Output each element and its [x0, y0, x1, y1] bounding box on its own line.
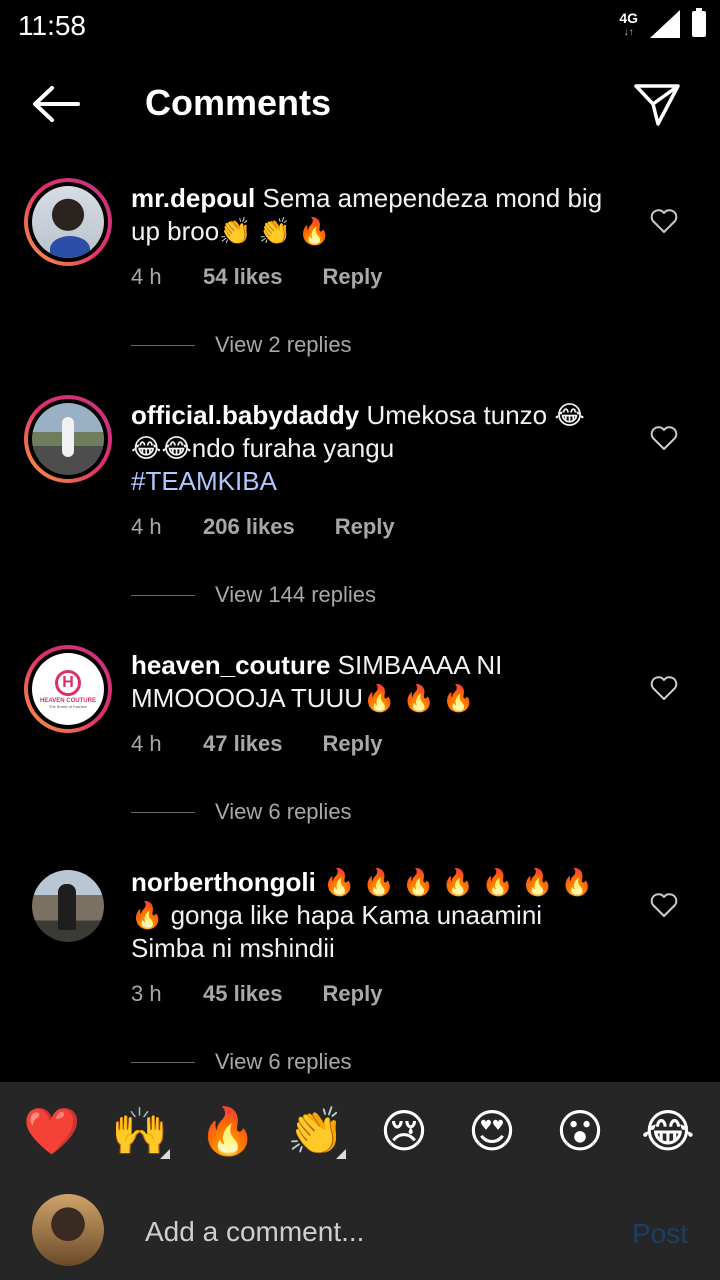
comment-time: 4 h — [131, 264, 162, 289]
comment-time: 3 h — [131, 981, 162, 1006]
emoji-heart-button[interactable]: ❤️ — [20, 1103, 84, 1159]
post-button[interactable]: Post — [632, 1218, 688, 1250]
emoji-crying-button[interactable]: 😢 — [372, 1103, 436, 1159]
signal-icon — [650, 10, 680, 38]
emoji-fire-button[interactable]: 🔥 — [196, 1103, 260, 1159]
skin-tone-indicator-icon — [160, 1149, 170, 1159]
avatar[interactable] — [24, 395, 112, 483]
comment-time: 4 h — [131, 514, 162, 539]
emoji-clapping-button[interactable]: 👏 — [284, 1103, 348, 1159]
comment-text: official.babydaddy Umekosa tunzo 😂 😂😂ndo… — [131, 399, 621, 498]
network-indicator: 4G ↓↑ — [619, 10, 638, 38]
view-replies-button[interactable]: View 2 replies — [131, 332, 352, 358]
reply-button[interactable]: Reply — [323, 981, 383, 1007]
back-button[interactable] — [30, 84, 82, 124]
comment-time: 4 h — [131, 731, 162, 756]
comment-likes[interactable]: 47 likes — [203, 731, 283, 757]
comment-meta: 4 h 54 likes Reply — [131, 264, 382, 290]
comment-likes[interactable]: 206 likes — [203, 514, 295, 540]
emoji-raised-hands-button[interactable]: 🙌 — [108, 1103, 172, 1159]
battery-icon — [692, 8, 706, 37]
heart-icon[interactable] — [650, 208, 678, 234]
comment-username[interactable]: norberthongoli — [131, 867, 316, 897]
comment-text: mr.depoul Sema amependeza mond big up br… — [131, 182, 621, 248]
comment-username[interactable]: official.babydaddy — [131, 400, 359, 430]
heart-icon[interactable] — [650, 892, 678, 918]
comment-meta: 3 h 45 likes Reply — [131, 981, 382, 1007]
avatar-image — [32, 403, 104, 475]
back-arrow-icon — [33, 86, 80, 122]
comment-meta: 4 h 47 likes Reply — [131, 731, 382, 757]
comment-text: heaven_couture SIMBAAAA NI MMOOOOJA TUUU… — [131, 649, 621, 715]
heart-icon[interactable] — [650, 675, 678, 701]
view-replies-button[interactable]: View 144 replies — [131, 582, 376, 608]
view-replies-label: View 2 replies — [215, 332, 352, 357]
status-icons: 4G ↓↑ — [619, 8, 706, 38]
avatar-image — [32, 870, 104, 942]
comment-likes[interactable]: 45 likes — [203, 981, 283, 1007]
avatar[interactable] — [24, 178, 112, 266]
avatar-image — [32, 1194, 104, 1266]
divider-line — [131, 344, 195, 346]
view-replies-button[interactable]: View 6 replies — [131, 799, 352, 825]
view-replies-label: View 6 replies — [215, 1049, 352, 1074]
reply-button[interactable]: Reply — [335, 514, 395, 540]
divider-line — [131, 811, 195, 813]
avatar[interactable] — [32, 870, 104, 942]
emoji-surprised-button[interactable]: 😮 — [548, 1103, 612, 1159]
avatar-brand-subtext: The Bomb of Fashion — [48, 703, 88, 709]
skin-tone-indicator-icon — [336, 1149, 346, 1159]
emoji-quick-bar: ❤️ 🙌 🔥 👏 😢 😍 😮 😂 — [0, 1082, 720, 1180]
status-time: 11:58 — [18, 10, 86, 41]
comment-composer: Post — [0, 1180, 720, 1280]
brand-logo-icon: H — [55, 669, 81, 696]
comment-meta: 4 h 206 likes Reply — [131, 514, 395, 540]
reply-button[interactable]: Reply — [323, 731, 383, 757]
avatar-image: H HEAVEN COUTURE The Bomb of Fashion — [32, 653, 104, 725]
comment-likes[interactable]: 54 likes — [203, 264, 283, 290]
view-replies-button[interactable]: View 6 replies — [131, 1049, 352, 1075]
view-replies-label: View 144 replies — [215, 582, 377, 607]
view-replies-label: View 6 replies — [215, 799, 352, 824]
comment-input[interactable] — [145, 1212, 585, 1252]
divider-line — [131, 1061, 195, 1063]
network-type: 4G — [619, 10, 638, 26]
status-bar: 11:58 4G ↓↑ — [0, 0, 720, 50]
comment-username[interactable]: mr.depoul — [131, 183, 255, 213]
avatar-image — [32, 186, 104, 258]
reply-button[interactable]: Reply — [323, 264, 383, 290]
share-button[interactable] — [632, 80, 682, 130]
current-user-avatar — [32, 1194, 104, 1266]
avatar[interactable]: H HEAVEN COUTURE The Bomb of Fashion — [24, 645, 112, 733]
page-title: Comments — [145, 82, 332, 123]
header: Comments — [0, 60, 720, 148]
divider-line — [131, 594, 195, 596]
emoji-laughing-button[interactable]: 😂 — [636, 1103, 700, 1159]
comment-text: norberthongoli 🔥 🔥 🔥 🔥 🔥 🔥 🔥 🔥 gonga lik… — [131, 866, 621, 965]
heart-icon[interactable] — [650, 425, 678, 451]
comment-username[interactable]: heaven_couture — [131, 650, 330, 680]
paper-plane-icon — [634, 84, 680, 126]
emoji-heart-eyes-button[interactable]: 😍 — [460, 1103, 524, 1159]
hashtag-link[interactable]: #TEAMKIBA — [131, 466, 277, 496]
data-arrows-icon: ↓↑ — [623, 27, 634, 38]
